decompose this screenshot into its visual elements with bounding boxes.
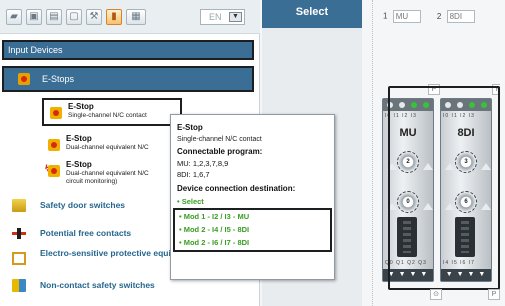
- app-window: ▰ ▣ ▤ ▢ ⚒ ▮ ▦ EN ▼ Input Devices E-Stops…: [0, 0, 505, 306]
- estop-dual-channel-item[interactable]: E-Stop Dual-channel equivalent N/C: [42, 132, 182, 160]
- estop-single-channel-item[interactable]: E-Stop Single-channel N/C contact: [42, 98, 182, 126]
- p-slot[interactable]: P: [488, 289, 500, 300]
- destination-option[interactable]: • Mod 1 - I2 / I3 - MU: [179, 212, 249, 221]
- folder-icon[interactable]: ▰: [6, 9, 22, 25]
- destination-list: • Mod 1 - I2 / I3 - MU • Mod 2 - I4 / I5…: [173, 208, 332, 252]
- language-select[interactable]: EN ▼: [200, 9, 245, 25]
- category-label: E-Stops: [42, 74, 75, 84]
- item-subtitle: Dual-channel equivalent N/C: [66, 170, 149, 177]
- contact-icon: [12, 227, 26, 240]
- divider: [372, 0, 373, 306]
- tooltip-subtitle: Single-channel N/C contact: [177, 136, 262, 143]
- item-title: E-Stop: [66, 134, 92, 143]
- color-palette-icon[interactable]: ▮: [106, 9, 122, 25]
- select-header[interactable]: Select: [262, 0, 362, 28]
- language-value: EN: [209, 12, 222, 22]
- wrench-icon[interactable]: ⚒: [86, 9, 102, 25]
- non-contact-switch-icon: [12, 279, 26, 292]
- toolbar: ▰ ▣ ▤ ▢ ⚒ ▮ ▦ EN ▼: [0, 0, 260, 34]
- item-subtitle: Dual-channel equivalent N/C: [66, 144, 149, 151]
- slot-labels: 1 MU 2 8DI: [383, 10, 475, 23]
- estop-icon: [48, 139, 60, 151]
- connectable-program-label: Connectable program:: [177, 147, 263, 156]
- module-group-selection: [388, 86, 500, 290]
- category-input-devices[interactable]: Input Devices: [2, 40, 254, 60]
- save-icon[interactable]: ▣: [26, 9, 42, 25]
- new-document-icon[interactable]: ▢: [66, 9, 82, 25]
- info-icon[interactable]: ⊙: [430, 289, 442, 300]
- item-subtitle-2: circuit monitoring): [66, 178, 118, 185]
- 8di-programs: 8DI: 1,6,7: [177, 170, 210, 179]
- grid-view-icon[interactable]: ▦: [126, 9, 146, 25]
- light-curtain-icon: [12, 252, 26, 265]
- destination-option[interactable]: • Mod 2 - I6 / I7 - 8DI: [179, 238, 249, 247]
- category-estops[interactable]: E-Stops: [2, 66, 254, 92]
- chevron-down-icon[interactable]: ▼: [229, 12, 242, 22]
- item-title: E-Stop: [66, 160, 92, 169]
- slot-1-number: 1: [383, 11, 388, 21]
- category-label: Safety door switches: [40, 200, 126, 210]
- item-subtitle: Single-channel N/C contact: [68, 112, 147, 119]
- select-link[interactable]: • Select: [177, 197, 204, 206]
- destination-option[interactable]: • Mod 2 - I4 / I5 - 8DI: [179, 225, 249, 234]
- tooltip-title: E-Stop: [177, 123, 203, 132]
- category-label: Potential free contacts: [40, 228, 132, 238]
- category-label: Non-contact safety switches: [40, 280, 155, 290]
- estop-dual-channel-monitoring-item[interactable]: ↯ E-Stop Dual-channel equivalent N/C cir…: [42, 158, 182, 190]
- delete-icon[interactable]: ▤: [46, 9, 62, 25]
- estop-icon: [18, 73, 30, 85]
- category-label: Input Devices: [8, 45, 63, 55]
- device-tooltip: E-Stop Single-channel N/C contact Connec…: [170, 114, 335, 280]
- door-switch-icon: [12, 199, 26, 212]
- mu-programs: MU: 1,2,3,7,8,9: [177, 159, 229, 168]
- workspace-edge: [500, 0, 505, 306]
- estop-icon: [50, 107, 62, 119]
- select-label: Select: [295, 6, 329, 18]
- slot-1-name[interactable]: MU: [392, 10, 421, 23]
- slot-2-name[interactable]: 8DI: [446, 10, 475, 23]
- item-title: E-Stop: [68, 102, 94, 111]
- slot-2-number: 2: [436, 11, 442, 21]
- estop-icon: [48, 165, 60, 177]
- destination-label: Device connection destination:: [177, 184, 296, 193]
